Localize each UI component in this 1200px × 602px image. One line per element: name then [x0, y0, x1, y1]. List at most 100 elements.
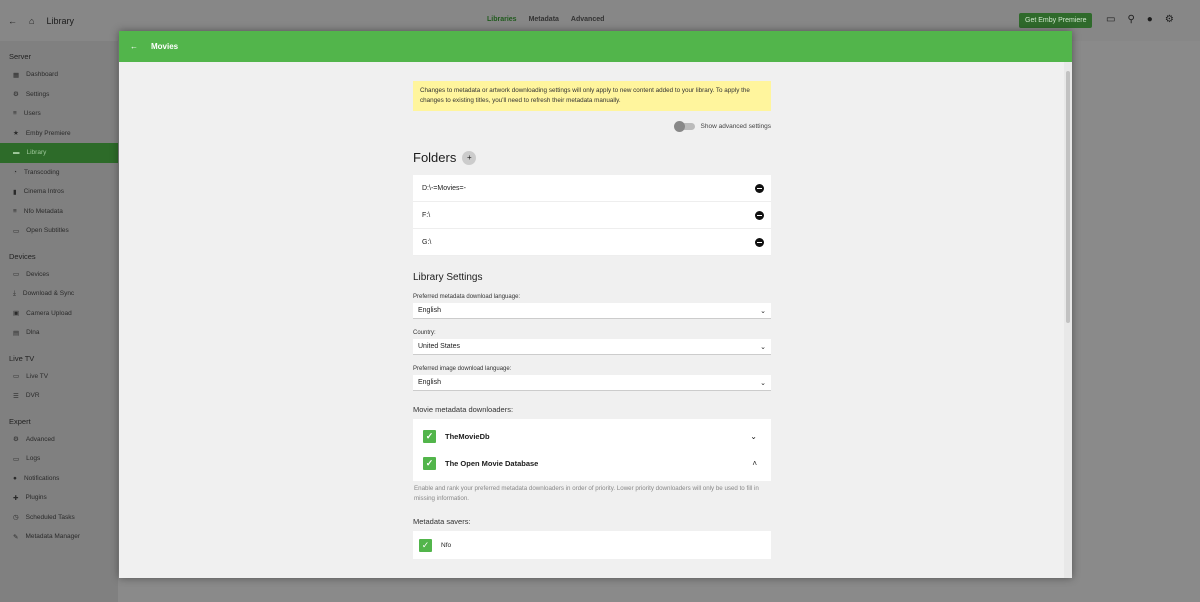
library-dialog: ← Movies Changes to metadata or artwork d…: [119, 31, 1072, 578]
sidebar-item-icon: ▭: [13, 455, 20, 463]
library-settings-heading: Library Settings: [413, 272, 483, 283]
image-language-select[interactable]: English ⌄: [413, 375, 771, 391]
sidebar: Server ▦ Dashboard ⚙ Settings ≡ Users ★ Emby Pre…: [0, 41, 118, 602]
dialog-title: Movies: [151, 42, 179, 51]
sidebar-item-open-subtitles[interactable]: ▭ Open Subtitles: [0, 221, 118, 241]
downloader-row: ✓ The Open Movie Database ˄: [413, 450, 771, 477]
sidebar-item-live-tv[interactable]: ▭ Live TV: [0, 367, 118, 387]
sidebar-item-label: Open Subtitles: [26, 227, 69, 235]
sidebar-item-library[interactable]: ▬ Library: [0, 143, 118, 163]
home-icon[interactable]: ⌂: [29, 16, 34, 26]
scrollbar[interactable]: [1064, 62, 1072, 578]
downloader-name: The Open Movie Database: [445, 459, 539, 468]
tab-libraries[interactable]: Libraries: [487, 16, 517, 23]
sidebar-item-icon: ✚: [13, 494, 19, 502]
sidebar-item-icon: ◷: [13, 514, 19, 522]
checkbox-checked[interactable]: ✓: [419, 538, 432, 552]
downloaders-list: ✓ TheMovieDb ⌄ ✓ The Open Movie Database ˄: [413, 419, 771, 481]
sidebar-item-emby-premiere[interactable]: ★ Emby Premiere: [0, 124, 118, 144]
sidebar-item-label: Dlna: [26, 329, 40, 337]
sidebar-item-icon: ▬: [13, 149, 20, 157]
savers-label: Metadata savers:: [413, 517, 471, 526]
sidebar-item-dvr[interactable]: ☰ DVR: [0, 386, 118, 406]
chevron-down-icon: ⌄: [760, 379, 766, 387]
folder-path: G:\: [422, 238, 432, 246]
back-icon[interactable]: ←: [130, 42, 138, 51]
sidebar-item-transcoding[interactable]: ◔ Transcoding: [0, 163, 118, 183]
sidebar-item-icon: ⚙: [13, 436, 19, 444]
sidebar-item-label: Download & Sync: [22, 290, 75, 298]
cast-icon[interactable]: ▭: [1106, 14, 1115, 25]
sidebar-item-icon: ▣: [13, 310, 20, 318]
sidebar-item-label: Emby Premiere: [25, 129, 71, 137]
sidebar-item-users[interactable]: ≡ Users: [0, 104, 118, 124]
tab-advanced[interactable]: Advanced: [571, 16, 604, 23]
sidebar-section-heading: Expert: [9, 416, 31, 426]
sidebar-item-devices[interactable]: ▭ Devices: [0, 265, 118, 285]
sidebar-item-icon: ▤: [13, 329, 20, 337]
sidebar-item-advanced[interactable]: ⚙ Advanced: [0, 430, 118, 450]
sidebar-item-icon: ☰: [13, 392, 19, 400]
sidebar-item-label: Advanced: [25, 435, 55, 443]
sidebar-item-scheduled-tasks[interactable]: ◷ Scheduled Tasks: [0, 508, 118, 528]
select-value: English: [418, 307, 441, 314]
checkbox-checked[interactable]: ✓: [423, 457, 436, 470]
sidebar-item-dashboard[interactable]: ▦ Dashboard: [0, 65, 118, 85]
sidebar-item-settings[interactable]: ⚙ Settings: [0, 85, 118, 105]
sidebar-item-logs[interactable]: ▭ Logs: [0, 449, 118, 469]
sidebar-item-dlna[interactable]: ▤ Dlna: [0, 323, 118, 343]
sidebar-item-label: Dashboard: [26, 71, 58, 79]
folders-heading: Folders: [413, 150, 457, 165]
language-select[interactable]: English ⌄: [413, 303, 771, 319]
folder-row: F:\: [413, 202, 771, 229]
sidebar-item-camera-upload[interactable]: ▣ Camera Upload: [0, 304, 118, 324]
sidebar-item-label: Plugins: [25, 494, 47, 502]
downloader-name: TheMovieDb: [445, 432, 490, 441]
downloaders-label: Movie metadata downloaders:: [413, 405, 514, 414]
page-title: Library: [46, 15, 74, 26]
remove-folder-icon[interactable]: [755, 237, 764, 247]
sidebar-item-icon: ◔: [13, 168, 17, 176]
sidebar-item-download-sync[interactable]: ⤓ Download & Sync: [0, 284, 118, 304]
gear-icon[interactable]: ⚙: [1165, 14, 1174, 25]
sidebar-item-label: Scheduled Tasks: [25, 513, 75, 521]
chevron-down-icon[interactable]: ⌄: [750, 432, 757, 441]
remove-folder-icon[interactable]: [755, 210, 764, 220]
remove-folder-icon[interactable]: [755, 183, 764, 193]
sidebar-item-label: Cinema Intros: [23, 188, 65, 196]
folder-path: D:\-=Movies=-: [422, 184, 466, 192]
back-icon[interactable]: ←: [8, 16, 17, 26]
sidebar-item-label: DVR: [25, 392, 40, 400]
sidebar-section-heading: Live TV: [9, 353, 35, 363]
sidebar-item-label: Nfo Metadata: [23, 207, 63, 215]
sidebar-item-label: Transcoding: [23, 168, 60, 176]
sidebar-item-notifications[interactable]: ● Notifications: [0, 469, 118, 489]
downloaders-hint: Enable and rank your preferred metadata …: [414, 485, 759, 502]
sidebar-section-heading: Devices: [9, 251, 36, 261]
sidebar-item-plugins[interactable]: ✚ Plugins: [0, 488, 118, 508]
folder-path: F:\: [422, 211, 431, 219]
downloader-row: ✓ TheMovieDb ⌄: [413, 423, 771, 450]
sidebar-item-icon: ≡: [13, 207, 17, 215]
get-premiere-button[interactable]: Get Emby Premiere: [1019, 13, 1093, 28]
savers-list: ✓ Nfo: [413, 531, 771, 559]
sidebar-item-icon: ⚙: [13, 91, 19, 99]
sidebar-item-label: Notifications: [23, 474, 60, 482]
search-icon[interactable]: ⚲: [1127, 14, 1134, 25]
folder-list: D:\-=Movies=- F:\ G:\: [413, 175, 771, 256]
sidebar-item-cinema-intros[interactable]: ▮ Cinema Intros: [0, 182, 118, 202]
sidebar-item-label: Metadata Manager: [25, 533, 81, 541]
sidebar-item-nfo-metadata[interactable]: ≡ Nfo Metadata: [0, 202, 118, 222]
user-icon[interactable]: ●: [1147, 14, 1153, 25]
add-folder-button[interactable]: +: [462, 150, 477, 165]
checkbox-checked[interactable]: ✓: [423, 430, 436, 443]
advanced-toggle[interactable]: [673, 121, 695, 132]
sidebar-item-label: Live TV: [26, 372, 49, 380]
sidebar-item-icon: ●: [13, 474, 17, 482]
sidebar-item-metadata-manager[interactable]: ✎ Metadata Manager: [0, 527, 118, 547]
chevron-up-icon[interactable]: ˄: [752, 459, 757, 468]
sidebar-item-label: Logs: [26, 455, 41, 463]
country-select[interactable]: United States ⌄: [413, 339, 771, 355]
tab-metadata[interactable]: Metadata: [529, 16, 559, 23]
advanced-toggle-label: Show advanced settings: [700, 123, 771, 130]
